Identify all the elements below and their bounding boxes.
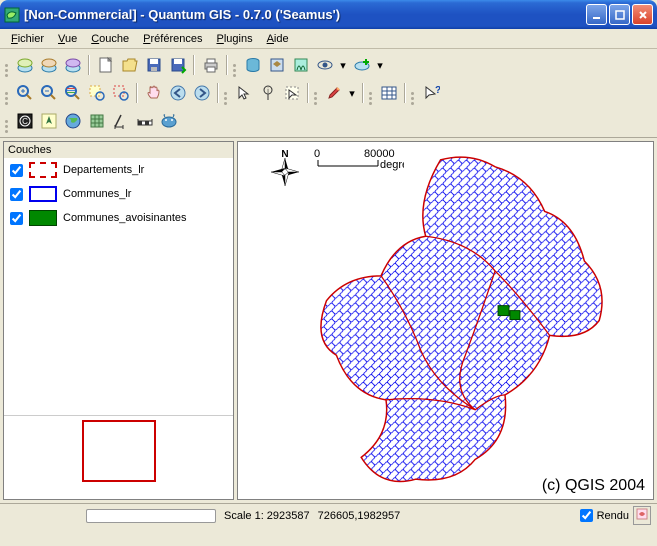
toolbar-grip[interactable] xyxy=(232,54,238,76)
toolbar-grip[interactable] xyxy=(313,82,319,104)
render-icon[interactable] xyxy=(633,506,651,525)
toolbar-grip[interactable] xyxy=(410,82,416,104)
status-scale: Scale 1: 2923587 xyxy=(224,510,310,522)
grass-button[interactable] xyxy=(289,54,312,77)
toolbar-grip[interactable] xyxy=(223,82,229,104)
attribute-table-button[interactable] xyxy=(377,82,400,105)
save-as-button[interactable] xyxy=(166,54,189,77)
whats-this-button[interactable]: ? xyxy=(419,82,442,105)
toolbar-grip[interactable] xyxy=(4,54,10,76)
minimize-button[interactable] xyxy=(586,4,607,25)
eye-dropdown[interactable]: ▾ xyxy=(337,59,349,72)
nav-forward-button[interactable] xyxy=(190,82,213,105)
main-area: Couches Departements_lr Communes_lr Comm… xyxy=(0,137,657,503)
layer-label: Communes_lr xyxy=(63,188,131,200)
copyright-tool-button[interactable]: C xyxy=(13,110,36,133)
toolbar-grip[interactable] xyxy=(4,82,10,104)
layer-label: Departements_lr xyxy=(63,164,144,176)
menu-view[interactable]: Vue xyxy=(51,31,84,47)
menubar: Fichier Vue Couche Préférences Plugins A… xyxy=(0,29,657,49)
spit-button[interactable] xyxy=(265,54,288,77)
toolbar-row-3: C xyxy=(4,107,653,135)
map-copyright-label: (c) QGIS 2004 xyxy=(542,477,645,495)
layer-list: Departements_lr Communes_lr Communes_avo… xyxy=(4,158,233,415)
database-button[interactable] xyxy=(241,54,264,77)
statusbar: Scale 1: 2923587 726605,1982957 Rendu xyxy=(0,503,657,527)
layer-checkbox[interactable] xyxy=(10,212,23,225)
postgres-tool-button[interactable] xyxy=(157,110,180,133)
layer-checkbox[interactable] xyxy=(10,164,23,177)
grid-tool-button[interactable] xyxy=(85,110,108,133)
close-button[interactable] xyxy=(632,4,653,25)
layer-item[interactable]: Communes_avoisinantes xyxy=(4,206,233,230)
toolbar-row-1: ▾ ▾ xyxy=(4,51,653,79)
menu-plugins[interactable]: Plugins xyxy=(209,31,259,47)
toolbar-grip[interactable] xyxy=(4,110,10,132)
select-button[interactable] xyxy=(280,82,303,105)
window-titlebar: [Non-Commercial] - Quantum GIS - 0.7.0 (… xyxy=(0,0,657,29)
layers-panel: Couches Departements_lr Communes_lr Comm… xyxy=(3,141,234,500)
layer-swatch-departements xyxy=(29,162,57,178)
globe-tool-button[interactable] xyxy=(61,110,84,133)
zoom-full-button[interactable] xyxy=(61,82,84,105)
edit-dropdown[interactable]: ▾ xyxy=(346,87,358,100)
scalebar-tool-button[interactable] xyxy=(133,110,156,133)
open-project-button[interactable] xyxy=(118,54,141,77)
edit-pencil-button[interactable] xyxy=(322,82,345,105)
menu-layer[interactable]: Couche xyxy=(84,31,136,47)
layers-panel-title: Couches xyxy=(4,142,233,158)
map-svg xyxy=(238,142,653,499)
zoom-in-button[interactable] xyxy=(13,82,36,105)
new-project-button[interactable] xyxy=(94,54,117,77)
nav-back-button[interactable] xyxy=(166,82,189,105)
zoom-out-button[interactable] xyxy=(37,82,60,105)
overview-extent-rect xyxy=(82,420,156,482)
toolbar-row-2: i ▾ ? xyxy=(4,79,653,107)
add-layer-dropdown[interactable]: ▾ xyxy=(374,59,386,72)
layer-swatch-communes xyxy=(29,186,57,202)
save-project-button[interactable] xyxy=(142,54,165,77)
identify-button[interactable]: i xyxy=(256,82,279,105)
progress-bar xyxy=(86,509,216,523)
window-title: [Non-Commercial] - Quantum GIS - 0.7.0 (… xyxy=(24,7,586,22)
menu-file[interactable]: Fichier xyxy=(4,31,51,47)
northarrow-tool-button[interactable] xyxy=(37,110,60,133)
app-icon xyxy=(4,7,20,23)
map-canvas[interactable]: N 0 80000 degrés xyxy=(237,141,654,500)
status-coords: 726605,1982957 xyxy=(318,510,401,522)
svg-text:?: ? xyxy=(435,85,440,96)
layer-label: Communes_avoisinantes xyxy=(63,212,187,224)
toolbar-area: ▾ ▾ i ▾ ? C xyxy=(0,49,657,137)
overview-panel[interactable] xyxy=(4,415,233,499)
add-layer-plus-button[interactable] xyxy=(350,54,373,77)
print-button[interactable] xyxy=(199,54,222,77)
menu-prefs[interactable]: Préférences xyxy=(136,31,209,47)
svg-text:C: C xyxy=(22,117,28,126)
maximize-button[interactable] xyxy=(609,4,630,25)
zoom-selection-button[interactable] xyxy=(85,82,108,105)
layer-item[interactable]: Departements_lr xyxy=(4,158,233,182)
layer-item[interactable]: Communes_lr xyxy=(4,182,233,206)
pointer-button[interactable] xyxy=(232,82,255,105)
add-vector-layer-button[interactable] xyxy=(13,54,36,77)
eye-button[interactable] xyxy=(313,54,336,77)
zoom-layer-button[interactable] xyxy=(109,82,132,105)
toolbar-grip[interactable] xyxy=(368,82,374,104)
add-raster-layer-button[interactable] xyxy=(37,54,60,77)
render-checkbox[interactable] xyxy=(580,509,593,522)
layer-swatch-avoisinantes xyxy=(29,210,57,226)
layer-checkbox[interactable] xyxy=(10,188,23,201)
measure-tool-button[interactable] xyxy=(109,110,132,133)
add-wms-layer-button[interactable] xyxy=(61,54,84,77)
render-label: Rendu xyxy=(597,510,629,522)
menu-help[interactable]: Aide xyxy=(260,31,296,47)
pan-button[interactable] xyxy=(142,82,165,105)
